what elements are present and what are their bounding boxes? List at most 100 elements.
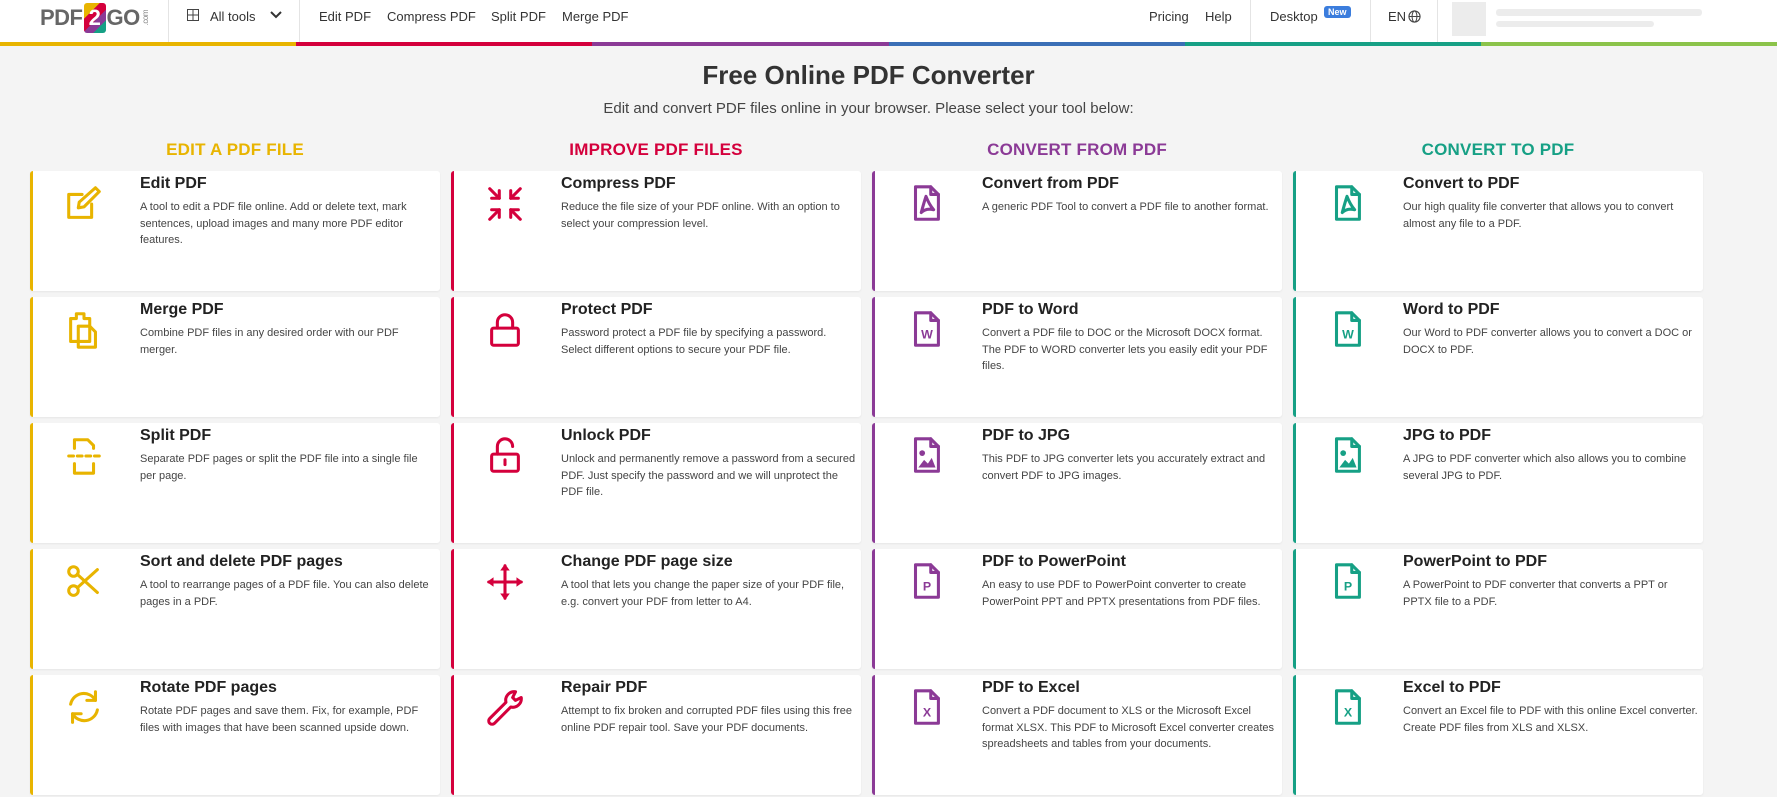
- svg-text:P: P: [1344, 580, 1352, 594]
- logo-text-pdf: PDF: [40, 5, 83, 30]
- tool-card-title: PDF to JPG: [982, 427, 1071, 444]
- tool-card-unlock-pdf[interactable]: Unlock PDF Unlock and permanently remove …: [451, 423, 861, 543]
- edit-icon: [67, 186, 101, 219]
- tool-card-sort-and-delete-pdf-pages[interactable]: Sort and delete PDF pages A tool to rearr…: [30, 549, 440, 669]
- nav-link-pricing[interactable]: Pricing: [1149, 9, 1189, 24]
- split-icon: [67, 438, 101, 475]
- image-file-icon: [1334, 437, 1361, 473]
- nav-divider: [299, 0, 300, 42]
- section-heading: CONVERT TO PDF: [1421, 140, 1575, 159]
- page-title: Free Online PDF Converter: [702, 60, 1035, 90]
- section-heading: IMPROVE PDF FILES: [569, 140, 743, 159]
- new-badge: New: [1324, 6, 1351, 18]
- language-selector[interactable]: EN: [1388, 9, 1406, 24]
- tool-card-compress-pdf[interactable]: Compress PDF Reduce the file size of your…: [451, 171, 861, 291]
- tool-card-title: PowerPoint to PDF: [1403, 553, 1547, 570]
- powerpoint-file-icon: P: [1334, 563, 1361, 599]
- tool-card-change-pdf-page-size[interactable]: Change PDF page size A tool that lets you…: [451, 549, 861, 669]
- tool-card-description: Convert an Excel file to PDF with this o…: [1403, 705, 1698, 734]
- tool-card-title: Protect PDF: [561, 301, 653, 318]
- nav-link-merge-pdf[interactable]: Merge PDF: [562, 9, 628, 24]
- tool-card-description: Password protect a PDF file by specifyin…: [561, 327, 827, 356]
- nav-link-edit-pdf[interactable]: Edit PDF: [319, 9, 371, 24]
- grid-icon: [187, 9, 199, 21]
- tool-card-description: A tool that lets you change the paper si…: [561, 579, 845, 608]
- nav-divider: [1370, 0, 1371, 42]
- tool-card-pdf-to-jpg[interactable]: PDF to JPG This PDF to JPG converter lets…: [872, 423, 1282, 543]
- tool-card-description: Our high quality file converter that all…: [1403, 201, 1674, 230]
- tool-card-title: PDF to Word: [982, 301, 1079, 318]
- tool-card-word-to-pdf[interactable]: W Word to PDF Our Word to PDF converter al…: [1293, 297, 1703, 417]
- tool-card-description: A JPG to PDF converter which also allows…: [1403, 453, 1687, 482]
- nav-divider: [1437, 0, 1438, 42]
- tool-card-excel-to-pdf[interactable]: X Excel to PDF Convert an Excel file to PD…: [1293, 675, 1703, 795]
- tool-card-title: Excel to PDF: [1403, 679, 1501, 696]
- tool-card-description: This PDF to JPG converter lets you accur…: [982, 453, 1266, 482]
- tool-card-repair-pdf[interactable]: Repair PDF Attempt to fix broken and corr…: [451, 675, 861, 795]
- nav-link-compress-pdf[interactable]: Compress PDF: [387, 9, 476, 24]
- color-stripe-segment: [1480, 42, 1777, 46]
- color-stripe-segment: [1184, 42, 1481, 46]
- pdf-file-icon: [1334, 185, 1361, 221]
- tool-card-title: PDF to PowerPoint: [982, 553, 1126, 570]
- tool-card-description: Rotate PDF pages and save them. Fix, for…: [140, 705, 419, 734]
- tool-card-title: Convert from PDF: [982, 175, 1119, 192]
- nav-link-help[interactable]: Help: [1205, 9, 1232, 24]
- tool-card-description: Combine PDF files in any desired order w…: [140, 327, 399, 356]
- svg-text:X: X: [1344, 706, 1353, 720]
- tool-card-title: Unlock PDF: [561, 427, 651, 444]
- logo-text-go: GO: [106, 5, 141, 30]
- compress-icon: [488, 187, 522, 221]
- lock-icon: [490, 313, 520, 347]
- tool-card-rotate-pdf-pages[interactable]: Rotate PDF pages Rotate PDF pages and sav…: [30, 675, 440, 795]
- tool-card-jpg-to-pdf[interactable]: JPG to PDF A JPG to PDF converter which a…: [1293, 423, 1703, 543]
- all-tools-menu[interactable]: All tools: [210, 9, 256, 24]
- tool-card-protect-pdf[interactable]: Protect PDF Password protect a PDF file b…: [451, 297, 861, 417]
- svg-text:W: W: [1342, 328, 1354, 342]
- pdf-file-icon: [913, 185, 940, 221]
- pdf2go-logo[interactable]: PDF 2 GO .com: [40, 2, 150, 34]
- tool-card-pdf-to-word[interactable]: W PDF to Word Convert a PDF file to DOC or…: [872, 297, 1282, 417]
- tool-card-title: Edit PDF: [140, 175, 207, 192]
- tool-card-description: A tool to rearrange pages of a PDF file.…: [140, 579, 429, 608]
- section-heading: EDIT A PDF FILE: [166, 140, 304, 159]
- logo-text-2: 2: [83, 3, 106, 33]
- scissors-icon: [67, 565, 99, 597]
- tool-card-convert-from-pdf[interactable]: Convert from PDF A generic PDF Tool to co…: [872, 171, 1282, 291]
- tool-card-pdf-to-powerpoint[interactable]: P PDF to PowerPoint An easy to use PDF to …: [872, 549, 1282, 669]
- tool-card-split-pdf[interactable]: Split PDF Separate PDF pages or split the…: [30, 423, 440, 543]
- excel-file-icon: X: [913, 689, 940, 725]
- tool-card-pdf-to-excel[interactable]: X PDF to Excel Convert a PDF document to X…: [872, 675, 1282, 795]
- tool-card-convert-to-pdf[interactable]: Convert to PDF Our high quality file conv…: [1293, 171, 1703, 291]
- logo-text-com: .com: [140, 10, 150, 26]
- color-stripe-segment: [0, 42, 297, 46]
- tool-card-powerpoint-to-pdf[interactable]: P PowerPoint to PDF A PowerPoint to PDF co…: [1293, 549, 1703, 669]
- wrench-icon: [487, 690, 523, 726]
- tool-card-title: Compress PDF: [561, 175, 676, 192]
- tool-card-title: Convert to PDF: [1403, 175, 1520, 192]
- loading-placeholder-line: [1496, 9, 1702, 16]
- tool-card-title: Sort and delete PDF pages: [140, 553, 343, 570]
- chevron-down-icon[interactable]: [270, 10, 282, 20]
- tool-card-description: A PowerPoint to PDF converter that conve…: [1403, 579, 1668, 608]
- merge-icon: [69, 312, 97, 349]
- powerpoint-file-icon: P: [913, 563, 940, 599]
- rotate-icon: [69, 690, 99, 724]
- nav-link-split-pdf[interactable]: Split PDF: [491, 9, 546, 24]
- word-file-icon: W: [913, 311, 940, 347]
- tool-card-description: Reduce the file size of your PDF online.…: [561, 201, 840, 230]
- color-stripe-segment: [888, 42, 1185, 46]
- tool-card-merge-pdf[interactable]: Merge PDF Combine PDF files in any desire…: [30, 297, 440, 417]
- tool-card-edit-pdf[interactable]: Edit PDF A tool to edit a PDF file online…: [30, 171, 440, 291]
- svg-text:W: W: [921, 328, 933, 342]
- globe-icon[interactable]: [1408, 10, 1421, 23]
- unlock-icon: [490, 437, 520, 473]
- nav-divider: [1250, 0, 1251, 42]
- section-heading: CONVERT FROM PDF: [987, 140, 1167, 159]
- tool-card-title: Rotate PDF pages: [140, 679, 277, 696]
- tool-card-description: Convert a PDF document to XLS or the Mic…: [982, 705, 1275, 750]
- nav-link-desktop[interactable]: Desktop: [1270, 9, 1318, 24]
- svg-text:X: X: [923, 706, 932, 720]
- nav-divider: [168, 0, 169, 42]
- avatar-placeholder[interactable]: [1452, 2, 1486, 36]
